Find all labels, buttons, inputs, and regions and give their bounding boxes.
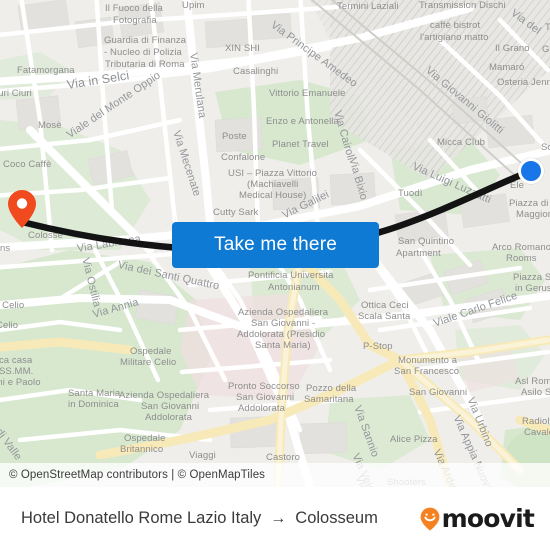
footer-bar: Hotel Donatello Rome Lazio Italy → Colos…: [0, 487, 550, 550]
moovit-logo[interactable]: moovit: [420, 504, 535, 533]
map-canvas[interactable]: Il Fuoco della Fotografia Guardia di Finan…: [0, 0, 550, 487]
destination-marker-dot[interactable]: [518, 158, 544, 184]
moovit-route-screenshot: Il Fuoco della Fotografia Guardia di Finan…: [0, 0, 550, 550]
route-origin-label: Hotel Donatello Rome Lazio Italy: [21, 509, 262, 527]
map-attribution-bar: © OpenStreetMap contributors | © OpenMap…: [0, 463, 550, 487]
arrow-right-icon: →: [270, 509, 287, 527]
origin-marker-pin[interactable]: [7, 189, 37, 229]
route-title: Hotel Donatello Rome Lazio Italy → Colos…: [21, 509, 420, 528]
moovit-wordmark: moovit: [441, 504, 535, 533]
route-destination-label: Colosseum: [295, 509, 378, 527]
take-me-there-button[interactable]: Take me there: [172, 222, 379, 268]
moovit-pin-icon: [420, 507, 440, 531]
map-attribution-text[interactable]: © OpenStreetMap contributors | © OpenMap…: [9, 469, 265, 481]
